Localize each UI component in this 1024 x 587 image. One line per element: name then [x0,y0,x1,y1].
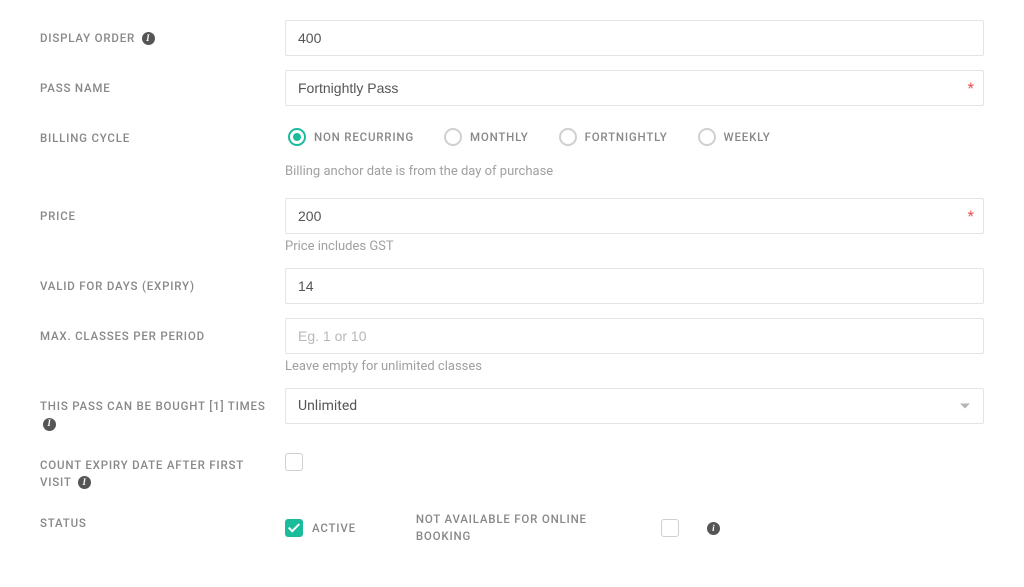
label-price: PRICE [40,209,76,223]
label-billing-cycle: BILLING CYCLE [40,131,130,145]
radio-circle-icon [288,128,306,146]
label-display-order: DISPLAY ORDER i [40,31,155,45]
valid-for-days-input[interactable] [285,268,984,304]
row-price: PRICE * Price includes GST [40,198,984,254]
label-pass-name: PASS NAME [40,81,111,95]
pass-name-input[interactable] [285,70,984,106]
billing-anchor-hint: Billing anchor date is from the day of p… [285,164,984,179]
label-max-classes: MAX. CLASSES PER PERIOD [40,329,205,343]
max-classes-hint: Leave empty for unlimited classes [285,359,984,374]
checkbox-checked-icon [285,519,303,537]
status-controls: ACTIVE NOT AVAILABLE FOR ONLINE BOOKING … [285,511,984,546]
row-purchase-limit: THIS PASS CAN BE BOUGHT [1] TIMES i Unli… [40,388,984,433]
not-available-online-checkbox[interactable] [661,519,679,537]
row-display-order: DISPLAY ORDER i [40,20,984,56]
purchase-limit-select[interactable]: Unlimited [285,388,984,424]
row-max-classes: MAX. CLASSES PER PERIOD Leave empty for … [40,318,984,374]
radio-non-recurring[interactable]: NON RECURRING [288,128,414,146]
radio-circle-icon [559,128,577,146]
active-checkbox[interactable]: ACTIVE [285,519,356,537]
checkbox-icon [661,519,679,537]
info-icon[interactable]: i [142,32,155,45]
radio-circle-icon [444,128,462,146]
row-count-expiry: COUNT EXPIRY DATE AFTER FIRST VISIT i [40,447,984,492]
info-icon[interactable]: i [78,476,91,489]
info-icon[interactable]: i [43,418,56,431]
max-classes-input[interactable] [285,318,984,354]
count-expiry-checkbox[interactable] [285,453,303,471]
required-indicator: * [968,79,974,97]
label-valid-for-days: VALID FOR DAYS (EXPIRY) [40,279,195,293]
price-gst-hint: Price includes GST [285,239,984,254]
radio-fortnightly[interactable]: FORTNIGHTLY [559,128,668,146]
info-icon[interactable]: i [707,522,720,535]
display-order-input[interactable] [285,20,984,56]
row-pass-name: PASS NAME * [40,70,984,106]
row-valid-for-days: VALID FOR DAYS (EXPIRY) [40,268,984,304]
checkbox-icon [285,453,303,471]
radio-monthly[interactable]: MONTHLY [444,128,529,146]
not-available-online-label: NOT AVAILABLE FOR ONLINE BOOKING [416,511,636,546]
label-status: STATUS [40,516,87,530]
label-count-expiry: COUNT EXPIRY DATE AFTER FIRST VISIT i [40,458,244,489]
required-indicator: * [968,207,974,225]
purchase-limit-select-wrap: Unlimited [285,388,984,424]
price-input[interactable] [285,198,984,234]
radio-circle-icon [698,128,716,146]
row-status: STATUS ACTIVE NOT AVAILABLE FOR ONLINE B… [40,505,984,546]
billing-cycle-radio-group: NON RECURRING MONTHLY FORTNIGHTLY WEEKLY [285,120,984,146]
label-purchase-limit: THIS PASS CAN BE BOUGHT [1] TIMES i [40,399,266,430]
row-billing-cycle: BILLING CYCLE NON RECURRING MONTHLY FORT… [40,120,984,184]
radio-weekly[interactable]: WEEKLY [698,128,771,146]
